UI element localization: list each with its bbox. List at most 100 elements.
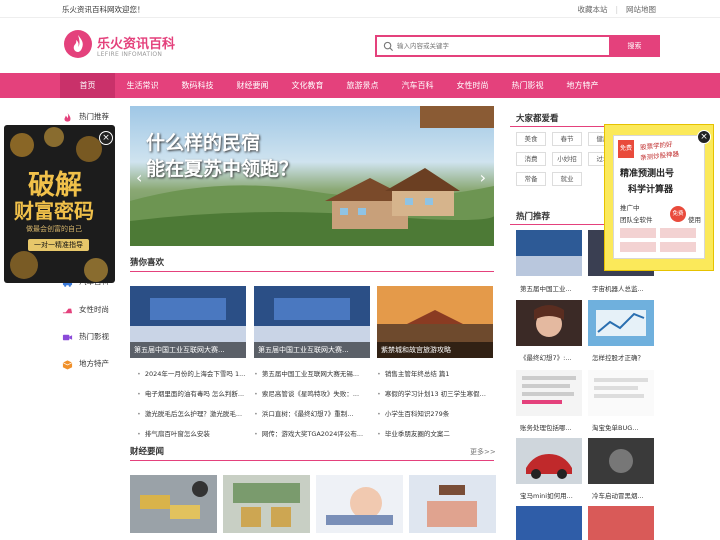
hot-thumb[interactable] <box>588 438 654 484</box>
ad-left-line4: 一对一精准指导 <box>28 239 89 251</box>
news-item[interactable]: 毕业季朋友圈的文案二 <box>377 428 495 438</box>
news-item[interactable]: 电子烟里面的油有毒吗 怎么判断... <box>137 388 255 398</box>
search-icon <box>383 41 394 52</box>
side-item-local[interactable]: 地方特产 <box>62 357 109 371</box>
nav-item-local[interactable]: 地方特产 <box>555 73 610 98</box>
finance-image[interactable] <box>223 475 310 533</box>
side-item-label: 地方特产 <box>79 359 109 368</box>
side-item-label: 热门影视 <box>79 332 109 341</box>
welcome-text: 乐火资讯百科网欢迎您！ <box>62 5 145 14</box>
sitemap-link[interactable]: 网站地图 <box>626 5 656 14</box>
ad-right-card: 免费 股票学的好 亲测炒股神器 精准预测出号 科学计算器 推广中 团队全软件 免… <box>613 135 705 259</box>
top-bar: 乐火资讯百科网欢迎您！ 收藏本站 | 网站地图 <box>0 0 720 18</box>
hot-thumb[interactable] <box>588 370 654 416</box>
hot-thumb[interactable] <box>588 300 654 346</box>
card-caption: 紫禁城和故宫旅游攻略 <box>377 342 493 358</box>
hot-thumb[interactable] <box>516 438 582 484</box>
search-input[interactable] <box>397 39 602 53</box>
chevron-left-icon[interactable]: ‹ <box>136 168 142 187</box>
ad-left-line3: 做最会创富的自己 <box>26 225 82 233</box>
hot-caption[interactable]: 怎样控股才正确？ <box>592 352 662 362</box>
close-icon[interactable]: × <box>697 130 711 144</box>
hot-caption[interactable]: 宝马mini如何用... <box>520 490 590 500</box>
tag[interactable]: 美食 <box>516 132 546 146</box>
card-caption: 第五届中国工业互联网大赛... <box>254 342 370 358</box>
ad-right-line4: 科学计算器 <box>628 185 674 195</box>
right-floating-ad[interactable]: 免费 股票学的好 亲测炒股神器 精准预测出号 科学计算器 推广中 团队全软件 免… <box>604 124 714 271</box>
news-item[interactable]: 索尼高管谈《星鸣特攻》失败：... <box>254 388 372 398</box>
tag[interactable]: 消费 <box>516 152 546 166</box>
popular-title: 大家都爱看 <box>516 114 559 124</box>
close-icon[interactable]: × <box>99 131 113 145</box>
news-item[interactable]: 第五届中国工业互联网大赛无锡... <box>254 368 372 378</box>
nav-item-fashion[interactable]: 女性时尚 <box>445 73 500 98</box>
hot-thumb[interactable] <box>588 506 654 540</box>
tag[interactable]: 小妙招 <box>552 152 582 166</box>
hot-caption[interactable]: 淘宝免单BUG... <box>592 422 662 432</box>
news-item[interactable]: 排气扇百叶窗怎么安装 <box>137 428 255 438</box>
news-item[interactable]: 2024年一月份的上海会下雪吗 1... <box>137 368 255 378</box>
guess-card[interactable]: 第五届中国工业互联网大赛... <box>130 286 246 358</box>
side-item-movies[interactable]: 热门影视 <box>62 330 109 344</box>
high-heel-icon <box>62 308 73 313</box>
chevron-right-icon[interactable]: › <box>480 168 486 187</box>
finance-image[interactable] <box>409 475 496 533</box>
side-item-hot[interactable]: 热门推荐 <box>62 110 109 124</box>
tag[interactable]: 就业 <box>552 172 582 186</box>
finance-section-title: 财经要闻 <box>130 445 494 461</box>
news-item[interactable]: 浜口直树：《最终幻想7》重制... <box>254 408 372 418</box>
guess-card[interactable]: 第五届中国工业互联网大赛... <box>254 286 370 358</box>
hot-title: 热门推荐 <box>516 212 551 222</box>
hot-caption[interactable]: 账务处理包括哪... <box>520 422 590 432</box>
top-links: 收藏本站 | 网站地图 <box>569 4 656 15</box>
banner-title-line2: 能在夏苏中领跑？ <box>146 158 299 180</box>
news-item[interactable]: 销售主管年终总结 篇1 <box>377 368 495 378</box>
left-floating-ad[interactable]: 破解 财富密码 做最会创富的自己 一对一精准指导 × <box>4 125 115 283</box>
tag[interactable]: 春节 <box>552 132 582 146</box>
free-stamp: 免费 <box>670 206 686 222</box>
guess-card[interactable]: 紫禁城和故宫旅游攻略 <box>377 286 493 358</box>
favorite-link[interactable]: 收藏本站 <box>577 5 607 14</box>
hero-banner[interactable]: 什么样的民宿 能在夏苏中领跑？ ‹ › <box>130 106 494 246</box>
ad-right-line6: 团队全软件 <box>620 216 653 224</box>
logo-icon[interactable] <box>64 30 92 58</box>
main-nav: 首页 生活常识 数码科技 财经要闻 文化教育 旅游景点 汽车百科 女性时尚 热门… <box>0 73 720 98</box>
hot-thumb[interactable] <box>516 370 582 416</box>
nav-item-auto[interactable]: 汽车百科 <box>390 73 445 98</box>
card-caption: 第五届中国工业互联网大赛... <box>130 342 246 358</box>
finance-image[interactable] <box>130 475 217 533</box>
nav-item-finance[interactable]: 财经要闻 <box>225 73 280 98</box>
tag[interactable]: 常备 <box>516 172 546 186</box>
nav-item-movies[interactable]: 热门影视 <box>500 73 555 98</box>
news-item[interactable]: 激光脱毛后怎么护理？激光脱毛... <box>137 408 255 418</box>
nav-item-life[interactable]: 生活常识 <box>115 73 170 98</box>
hot-caption[interactable]: 冷车启动冒黑烟... <box>592 490 662 500</box>
side-item-label: 女性时尚 <box>79 305 109 314</box>
divider: | <box>615 5 618 14</box>
side-item-fashion[interactable]: 女性时尚 <box>62 303 109 317</box>
finance-image[interactable] <box>316 475 403 533</box>
finance-title: 财经要闻 <box>130 447 165 457</box>
box-icon <box>62 359 73 370</box>
nav-item-travel[interactable]: 旅游景点 <box>335 73 390 98</box>
logo-name[interactable]: 乐火资讯百科 <box>97 33 175 52</box>
hot-thumb[interactable] <box>516 230 582 276</box>
hot-caption[interactable]: 《最终幻想7》:... <box>520 352 590 362</box>
video-icon <box>62 334 73 340</box>
search-box <box>375 35 611 57</box>
guess-title: 猜你喜欢 <box>130 258 165 268</box>
news-item[interactable]: 寒假的学习计划13 初三学生寒假... <box>377 388 495 398</box>
hot-thumb[interactable] <box>516 506 582 540</box>
free-badge: 免费 <box>618 140 634 158</box>
hot-thumb[interactable] <box>516 300 582 346</box>
news-item[interactable]: 网传：游戏大奖TGA2024评公布... <box>254 428 372 438</box>
side-item-label: 热门推荐 <box>79 112 109 121</box>
hot-caption[interactable]: 第五届中国工业... <box>520 283 590 293</box>
nav-item-tech[interactable]: 数码科技 <box>170 73 225 98</box>
nav-item-culture[interactable]: 文化教育 <box>280 73 335 98</box>
hot-caption[interactable]: 宇宙机器人总监... <box>592 283 662 293</box>
nav-item-home[interactable]: 首页 <box>60 73 115 98</box>
search-button[interactable]: 搜索 <box>609 35 660 57</box>
news-item[interactable]: 小学生百科知识279条 <box>377 408 495 418</box>
finance-more-link[interactable]: 更多>> <box>470 447 496 457</box>
